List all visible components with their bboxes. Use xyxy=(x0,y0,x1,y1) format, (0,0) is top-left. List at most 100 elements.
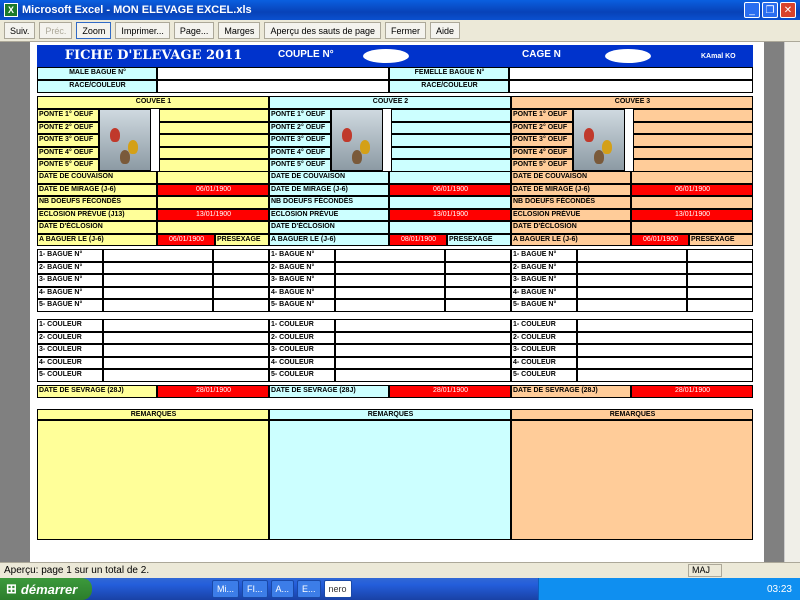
female-ring-field[interactable] xyxy=(509,67,753,80)
ponte-field[interactable] xyxy=(633,134,753,147)
male-ring-field[interactable] xyxy=(157,67,389,80)
taskbar-item-a[interactable]: A... xyxy=(270,580,295,598)
couleur-field[interactable] xyxy=(577,369,753,382)
taskbar-item-excel[interactable]: Mi... xyxy=(212,580,239,598)
bague-field[interactable] xyxy=(577,261,687,274)
presexage-field[interactable] xyxy=(213,286,269,299)
presexage-field[interactable] xyxy=(687,274,753,287)
couleur-field[interactable] xyxy=(335,344,511,357)
ponte-field[interactable] xyxy=(159,134,269,147)
bague-field[interactable] xyxy=(103,249,213,262)
taskbar-item-fi[interactable]: FI... xyxy=(242,580,268,598)
page-break-preview-button[interactable]: Aperçu des sauts de page xyxy=(264,22,382,39)
margins-button[interactable]: Marges xyxy=(218,22,261,39)
presexage-field[interactable] xyxy=(445,249,511,262)
nero-search-box[interactable]: nero xyxy=(323,580,352,598)
ponte-field[interactable] xyxy=(633,159,753,172)
bague-field[interactable] xyxy=(577,274,687,287)
couleur-field[interactable] xyxy=(335,369,511,382)
ponte-field[interactable] xyxy=(391,109,511,122)
couleur-field[interactable] xyxy=(577,319,753,332)
couleur-field[interactable] xyxy=(103,369,269,382)
bague-field[interactable] xyxy=(335,249,445,262)
remarques-field[interactable] xyxy=(269,420,511,540)
couleur-field[interactable] xyxy=(103,331,269,344)
bague-field[interactable] xyxy=(103,286,213,299)
remarques-field[interactable] xyxy=(37,420,269,540)
couleur-field[interactable] xyxy=(103,319,269,332)
bague-field[interactable] xyxy=(577,286,687,299)
couleur-field[interactable] xyxy=(103,344,269,357)
couleur-field[interactable] xyxy=(103,356,269,369)
race-field[interactable] xyxy=(157,80,389,93)
ponte-field[interactable] xyxy=(159,109,269,122)
couleur-field[interactable] xyxy=(577,331,753,344)
ponte-field[interactable] xyxy=(633,146,753,159)
bague-field[interactable] xyxy=(335,299,445,312)
ponte-field[interactable] xyxy=(391,134,511,147)
couleur-field[interactable] xyxy=(577,356,753,369)
couvaison-value[interactable] xyxy=(157,171,269,184)
presexage-field[interactable] xyxy=(687,299,753,312)
ponte-field[interactable] xyxy=(159,146,269,159)
ponte-field[interactable] xyxy=(159,159,269,172)
bague-field[interactable] xyxy=(103,274,213,287)
remarques-label: REMARQUES xyxy=(37,409,269,420)
presexage-field[interactable] xyxy=(445,299,511,312)
bague-field[interactable] xyxy=(103,299,213,312)
bague-field[interactable] xyxy=(577,299,687,312)
vertical-scrollbar[interactable] xyxy=(784,42,800,562)
bague-field[interactable] xyxy=(335,286,445,299)
ponte-field[interactable] xyxy=(391,121,511,134)
ponte-field[interactable] xyxy=(391,146,511,159)
print-button[interactable]: Imprimer... xyxy=(115,22,170,39)
nb-oeufs-value[interactable] xyxy=(157,196,269,209)
presexage-field[interactable] xyxy=(445,274,511,287)
eclosion-value[interactable] xyxy=(631,221,753,234)
nb-oeufs-value[interactable] xyxy=(389,196,511,209)
bague-field[interactable] xyxy=(103,261,213,274)
presexage-field[interactable] xyxy=(687,261,753,274)
page-setup-button[interactable]: Page... xyxy=(173,22,215,39)
nb-oeufs-value[interactable] xyxy=(631,196,753,209)
couvaison-value[interactable] xyxy=(631,171,753,184)
ponte-field[interactable] xyxy=(633,121,753,134)
couvaison-value[interactable] xyxy=(389,171,511,184)
couleur-field[interactable] xyxy=(577,344,753,357)
maximize-button[interactable]: ❐ xyxy=(762,2,778,18)
ponte-field[interactable] xyxy=(159,121,269,134)
eclosion-value[interactable] xyxy=(157,221,269,234)
next-page-button[interactable]: Suiv. xyxy=(4,22,36,39)
remarques-field[interactable] xyxy=(511,420,753,540)
previous-page-button[interactable]: Préc. xyxy=(39,22,73,39)
presexage-field[interactable] xyxy=(213,274,269,287)
bague-field[interactable] xyxy=(577,249,687,262)
help-button[interactable]: Aide xyxy=(430,22,461,39)
presexage-field[interactable] xyxy=(213,299,269,312)
couleur-field[interactable] xyxy=(335,356,511,369)
presexage-field[interactable] xyxy=(687,249,753,262)
preview-page[interactable]: FICHE D'ELEVAGE 2011 COUPLE N° CAGE N KA… xyxy=(30,42,764,562)
couleur-field[interactable] xyxy=(335,319,511,332)
zoom-button[interactable]: Zoom xyxy=(76,22,112,39)
couple-number-field[interactable] xyxy=(363,49,409,63)
presexage-field[interactable] xyxy=(445,261,511,274)
ponte-field[interactable] xyxy=(391,159,511,172)
minimize-button[interactable]: _ xyxy=(744,2,760,18)
ponte-label: PONTE 3° OEUF xyxy=(269,134,331,147)
start-button[interactable]: ⊞ démarrer xyxy=(0,578,92,600)
presexage-field[interactable] xyxy=(213,249,269,262)
couleur-field[interactable] xyxy=(335,331,511,344)
ponte-field[interactable] xyxy=(633,109,753,122)
presexage-field[interactable] xyxy=(687,286,753,299)
taskbar-item-e[interactable]: E... xyxy=(297,580,321,598)
close-button[interactable]: ✕ xyxy=(780,2,796,18)
eclosion-value[interactable] xyxy=(389,221,511,234)
presexage-field[interactable] xyxy=(213,261,269,274)
presexage-field[interactable] xyxy=(445,286,511,299)
close-preview-button[interactable]: Fermer xyxy=(385,22,427,39)
cage-number-field[interactable] xyxy=(605,49,651,63)
bague-field[interactable] xyxy=(335,274,445,287)
race-field-2[interactable] xyxy=(509,80,753,93)
bague-field[interactable] xyxy=(335,261,445,274)
